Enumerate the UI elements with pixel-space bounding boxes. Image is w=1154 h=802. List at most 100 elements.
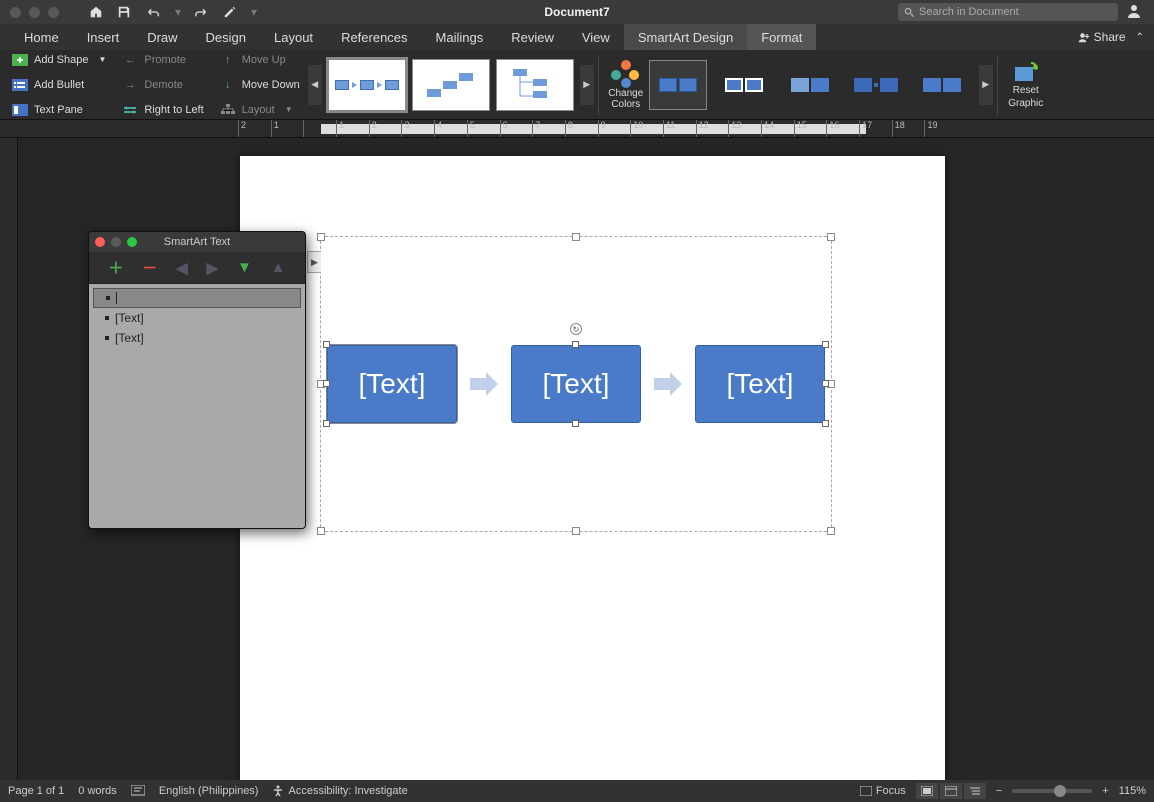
text-pane-toggle[interactable]: ▶: [307, 251, 321, 273]
resize-handle[interactable]: [822, 380, 829, 387]
resize-handle[interactable]: [317, 233, 325, 241]
tab-draw[interactable]: Draw: [133, 24, 191, 50]
style-white-outline[interactable]: [715, 60, 773, 110]
draw-icon[interactable]: [223, 5, 237, 19]
horizontal-ruler[interactable]: 2112345678910111213141516171819: [0, 120, 1154, 138]
layout-thumb-hierarchy[interactable]: [496, 59, 574, 111]
accessibility-status[interactable]: Accessibility: Investigate: [272, 785, 407, 797]
demote-icon[interactable]: ▶: [207, 259, 219, 277]
undo-dropdown-icon[interactable]: ▾: [175, 5, 181, 19]
print-layout-view[interactable]: [916, 783, 938, 799]
zoom-thumb[interactable]: [1054, 785, 1066, 797]
rotate-handle[interactable]: ↻: [570, 323, 582, 335]
text-item[interactable]: [Text]: [93, 308, 301, 328]
window-controls[interactable]: [10, 7, 59, 18]
resize-handle[interactable]: [572, 527, 580, 535]
resize-handle[interactable]: [572, 341, 579, 348]
resize-handle[interactable]: [827, 527, 835, 535]
panel-zoom-icon[interactable]: [127, 237, 137, 247]
right-to-left-button[interactable]: Right to Left: [120, 100, 205, 120]
page-count[interactable]: Page 1 of 1: [8, 785, 64, 797]
move-up-button[interactable]: ↑Move Up: [218, 50, 302, 70]
resize-handle[interactable]: [822, 341, 829, 348]
zoom-level[interactable]: 115%: [1119, 785, 1146, 797]
layout-thumb-step-up[interactable]: [412, 59, 490, 111]
smartart-shape[interactable]: [Text]: [327, 345, 457, 423]
text-item[interactable]: [Text]: [93, 328, 301, 348]
resize-handle[interactable]: [572, 420, 579, 427]
add-bullet-button[interactable]: Add Bullet: [10, 75, 108, 95]
layout-thumb-basic-process[interactable]: [328, 59, 406, 111]
panel-close-icon[interactable]: [95, 237, 105, 247]
resize-handle[interactable]: [323, 380, 330, 387]
tab-layout[interactable]: Layout: [260, 24, 327, 50]
tab-view[interactable]: View: [568, 24, 624, 50]
demote-button[interactable]: →Demote: [120, 75, 205, 95]
resize-handle[interactable]: [572, 233, 580, 241]
tab-mailings[interactable]: Mailings: [422, 24, 498, 50]
style-flat[interactable]: [913, 60, 971, 110]
vertical-ruler[interactable]: [0, 138, 18, 780]
move-down-icon[interactable]: ▼: [237, 259, 252, 276]
resize-handle[interactable]: [317, 527, 325, 535]
change-colors-button[interactable]: Change Colors: [603, 60, 649, 110]
tab-insert[interactable]: Insert: [73, 24, 134, 50]
resize-handle[interactable]: [323, 341, 330, 348]
smartart-shape[interactable]: [Text]: [695, 345, 825, 423]
move-up-icon[interactable]: ▲: [271, 259, 286, 276]
resize-handle[interactable]: [323, 420, 330, 427]
outline-view[interactable]: [964, 783, 986, 799]
smartart-text-panel[interactable]: SmartArt Text ＋ － ◀ ▶ ▼ ▲ [Text] [Text]: [88, 231, 306, 529]
tab-format[interactable]: Format: [747, 24, 816, 50]
home-icon[interactable]: [89, 5, 103, 19]
layout-button[interactable]: Layout▼: [218, 100, 302, 120]
undo-icon[interactable]: [145, 5, 161, 19]
text-item-selected[interactable]: [93, 288, 301, 308]
style-simple-fill[interactable]: [649, 60, 707, 110]
zoom-out-button[interactable]: −: [996, 785, 1002, 797]
tab-smartart-design[interactable]: SmartArt Design: [624, 24, 747, 50]
resize-handle[interactable]: [822, 420, 829, 427]
word-count[interactable]: 0 words: [78, 785, 117, 797]
user-icon[interactable]: [1126, 3, 1144, 21]
promote-button[interactable]: ←Promote: [120, 50, 205, 70]
redo-icon[interactable]: [195, 5, 209, 19]
panel-titlebar[interactable]: SmartArt Text: [89, 232, 305, 252]
minimize-window-icon[interactable]: [29, 7, 40, 18]
share-button[interactable]: Share: [1078, 30, 1126, 44]
move-down-button[interactable]: ↓Move Down: [218, 75, 302, 95]
collapse-ribbon-icon[interactable]: ⌃: [1136, 32, 1144, 43]
panel-minimize-icon[interactable]: [111, 237, 121, 247]
tab-references[interactable]: References: [327, 24, 421, 50]
spellcheck-icon[interactable]: [131, 785, 145, 797]
tab-home[interactable]: Home: [10, 24, 73, 50]
gallery-prev-button[interactable]: ◀: [308, 65, 322, 105]
close-window-icon[interactable]: [10, 7, 21, 18]
zoom-window-icon[interactable]: [48, 7, 59, 18]
web-layout-view[interactable]: [940, 783, 962, 799]
promote-icon[interactable]: ◀: [176, 259, 188, 277]
style-subtle[interactable]: [781, 60, 839, 110]
reset-graphic-button[interactable]: Reset Graphic: [1002, 61, 1050, 109]
text-pane-button[interactable]: Text Pane: [10, 100, 108, 120]
resize-handle[interactable]: [827, 233, 835, 241]
qat-dropdown-icon[interactable]: ▾: [251, 5, 257, 19]
remove-icon[interactable]: －: [142, 257, 157, 278]
gallery-next-button[interactable]: ▶: [580, 65, 594, 105]
zoom-in-button[interactable]: +: [1102, 785, 1108, 797]
focus-button[interactable]: Focus: [860, 785, 906, 797]
language-status[interactable]: English (Philippines): [159, 785, 259, 797]
zoom-slider[interactable]: [1012, 789, 1092, 793]
styles-next-button[interactable]: ▶: [979, 65, 993, 105]
demote-icon: →: [122, 78, 138, 92]
save-icon[interactable]: [117, 5, 131, 19]
tab-review[interactable]: Review: [497, 24, 568, 50]
add-icon[interactable]: ＋: [108, 257, 123, 278]
add-shape-button[interactable]: Add Shape▼: [10, 50, 108, 70]
style-intense[interactable]: [847, 60, 905, 110]
smartart-shape[interactable]: [Text]: [511, 345, 641, 423]
smartart-frame[interactable]: ▶ ↻ [Text]: [320, 236, 832, 532]
tab-design[interactable]: Design: [192, 24, 260, 50]
search-input[interactable]: Search in Document: [898, 3, 1118, 21]
canvas[interactable]: ▶ ↻ [Text]: [18, 138, 1154, 780]
